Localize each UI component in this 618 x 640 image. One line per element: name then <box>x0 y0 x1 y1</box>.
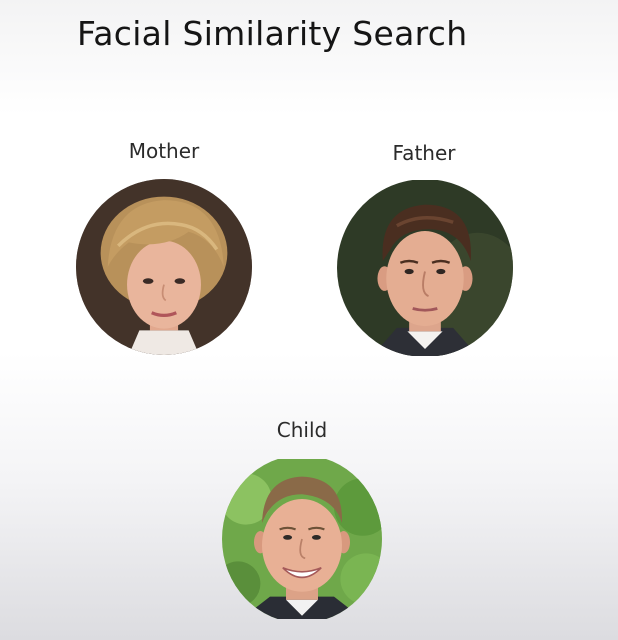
mother-photo <box>76 179 252 355</box>
mother-portrait-image <box>76 179 252 355</box>
child-photo <box>222 455 382 623</box>
mother-label: Mother <box>128 139 200 163</box>
father-portrait-image <box>337 180 513 357</box>
child-portrait-image <box>222 459 382 619</box>
father-photo <box>337 179 513 357</box>
child-label: Child <box>276 418 328 442</box>
father-label: Father <box>392 141 456 165</box>
page-title: Facial Similarity Search <box>77 14 468 53</box>
